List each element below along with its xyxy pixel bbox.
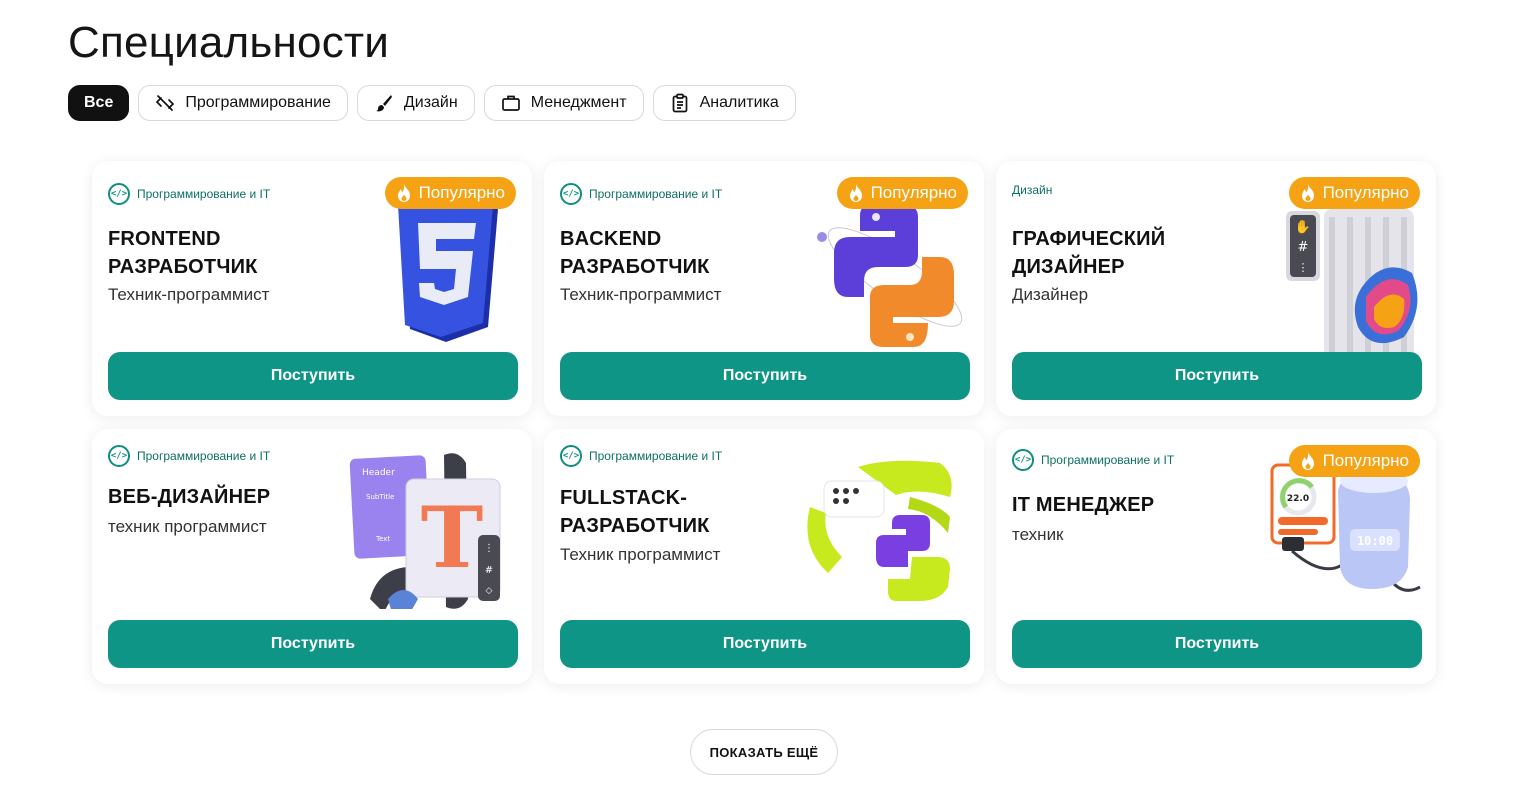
typo-letter: T (421, 488, 484, 587)
css3-logo-illustration (398, 205, 498, 342)
card-category: </> Программирование и IT (560, 445, 722, 467)
svg-text:⋮: ⋮ (484, 543, 494, 554)
popular-badge: Популярно (836, 177, 968, 209)
apply-button[interactable]: Поступить (560, 352, 970, 400)
category-label: Программирование и IT (589, 449, 723, 463)
category-label: Дизайн (1012, 183, 1053, 197)
filter-label: Дизайн (403, 94, 458, 111)
filter-label: Менеджмент (530, 94, 627, 111)
popular-badge: Популярно (1288, 177, 1420, 209)
fire-icon (849, 184, 862, 202)
typo-header-text: Header (362, 468, 395, 478)
apply-button[interactable]: Поступить (560, 620, 970, 668)
code-icon: </> (560, 445, 582, 467)
filter-programming[interactable]: Программирование (138, 85, 348, 121)
code-icon: </> (108, 183, 130, 205)
card-category: </> Программирование и IT (108, 183, 270, 205)
filter-label: Программирование (185, 94, 331, 111)
typo-subtitle-text: SubTitle (366, 493, 394, 501)
card-subtitle: Техник-программист (108, 285, 270, 304)
filter-label: Все (84, 94, 114, 111)
clock-value: 10:00 (1357, 534, 1393, 548)
fire-icon (1301, 184, 1314, 202)
filter-design[interactable]: Дизайн (356, 85, 475, 121)
category-label: Программирование и IT (137, 187, 271, 201)
specialty-card: </> Программирование и IT Популярно FRON… (92, 161, 532, 416)
card-title: ГРАФИЧЕСКИЙ ДИЗАЙНЕР (1012, 228, 1166, 278)
svg-text:#: # (485, 565, 493, 576)
svg-text:⋮: ⋮ (1298, 261, 1309, 274)
badge-label: Популярно (1322, 183, 1409, 202)
card-title: FULLSTACK-РАЗРАБОТЧИК (560, 487, 710, 537)
apply-button[interactable]: Поступить (1012, 352, 1422, 400)
code-slash-icon (156, 95, 175, 111)
python-logo-illustration (817, 205, 963, 347)
popular-badge: Популярно (384, 177, 516, 209)
card-category: </> Программирование и IT (108, 445, 270, 467)
filter-bar: Все Программирование Дизайн Менеджмент А… (68, 85, 796, 121)
card-title: ВЕБ-ДИЗАЙНЕР (108, 486, 271, 508)
popular-badge: Популярно (1288, 445, 1420, 477)
show-more-button[interactable]: ПОКАЗАТЬ ЕЩЁ (690, 729, 838, 775)
brush-icon (375, 95, 392, 112)
apply-button[interactable]: Поступить (1012, 620, 1422, 668)
clipboard-icon (672, 93, 687, 113)
briefcase-icon (501, 95, 520, 111)
page-title: Специальности (68, 18, 390, 67)
badge-label: Популярно (418, 183, 505, 202)
category-label: Программирование и IT (1041, 453, 1175, 467)
specialty-card: </> Программирование и IT Популярно IT М… (996, 429, 1436, 684)
category-label: Программирование и IT (137, 449, 271, 463)
card-subtitle: Техник-программист (560, 285, 722, 304)
svg-text:#: # (1298, 240, 1309, 255)
specialty-card: Дизайн Популярно ГРАФИЧЕСКИЙ ДИЗАЙНЕР Ди… (996, 161, 1436, 416)
thermostat-value: 22.0 (1287, 494, 1309, 504)
filter-management[interactable]: Менеджмент (483, 85, 644, 121)
filter-analytics[interactable]: Аналитика (652, 85, 796, 121)
fire-icon (397, 184, 410, 202)
code-icon: </> (1012, 449, 1034, 471)
code-icon: </> (108, 445, 130, 467)
badge-label: Популярно (870, 183, 957, 202)
code-icon: </> (560, 183, 582, 205)
svg-text:◇: ◇ (486, 586, 493, 596)
card-subtitle: техник (1012, 525, 1064, 544)
specialties-grid: </> Программирование и IT Популярно FRON… (92, 161, 1436, 684)
typography-illustration: Header SubTitle Text T ⋮ # ◇ (349, 453, 501, 609)
specialty-card: </> Программирование и IT FULLSTACK-РАЗР… (544, 429, 984, 684)
fire-icon (1301, 452, 1314, 470)
specialty-card: </> Программирование и IT Популярно BACK… (544, 161, 984, 416)
fullstack-illustration (807, 460, 952, 601)
typo-text-label: Text (375, 535, 390, 543)
card-subtitle: техник программист (108, 517, 267, 536)
card-category: </> Программирование и IT (560, 183, 722, 205)
card-title: BACKEND РАЗРАБОТЧИК (560, 228, 710, 278)
apply-button[interactable]: Поступить (108, 352, 518, 400)
category-label: Программирование и IT (589, 187, 723, 201)
card-subtitle: Техник программист (560, 545, 721, 564)
specialty-card: </> Программирование и IT ВЕБ-ДИЗАЙНЕР т… (92, 429, 532, 684)
svg-text:✋: ✋ (1295, 219, 1311, 235)
card-title: IT МЕНЕДЖЕР (1012, 494, 1155, 516)
badge-label: Популярно (1322, 451, 1409, 470)
card-title: FRONTEND РАЗРАБОТЧИК (108, 228, 258, 278)
card-category: </> Программирование и IT (1012, 449, 1174, 471)
apply-button[interactable]: Поступить (108, 620, 518, 668)
card-category: Дизайн (1012, 183, 1052, 197)
filter-label: Аналитика (699, 94, 779, 111)
card-subtitle: Дизайнер (1012, 285, 1089, 304)
smart-home-illustration: 22.0 10:00 (1270, 463, 1421, 592)
filter-all[interactable]: Все (68, 85, 130, 121)
design-panel-illustration: ✋ # ⋮ (1286, 209, 1418, 355)
